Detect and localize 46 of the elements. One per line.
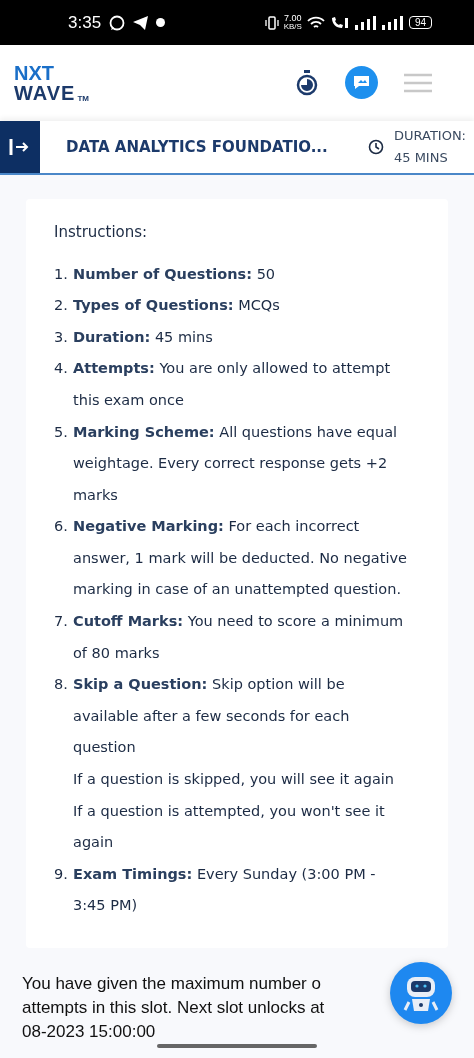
speed-unit: KB/S — [283, 23, 302, 32]
signal-icon — [354, 15, 377, 30]
instruction-text: Duration: 45 mins — [73, 327, 213, 347]
instruction-text: Negative Marking: For each incorrect answer, 1 mark will be deducted. No negative marking in case of an unattempted question. — [73, 517, 408, 600]
instruction-note: If a question is attempted, you won't see it again — [73, 801, 386, 853]
logo-text: NXT — [14, 62, 55, 83]
instruction-text: Exam Timings: Every Sunday (3:00 PM - 3:45 PM) — [73, 864, 377, 916]
battery-level: 94 — [408, 16, 432, 30]
duration-value: 45 MINS — [393, 148, 449, 167]
item-number: 9. — [54, 864, 69, 884]
instruction-text: Number of Questions: 50 — [73, 264, 276, 284]
item-number: 2. — [54, 296, 69, 316]
chat-icon[interactable] — [345, 66, 378, 100]
instruction-text: Cutoff Marks: You need to score a minimum of 80 marks — [73, 612, 405, 663]
paper-plane-icon — [133, 15, 149, 30]
signal-icon — [381, 15, 404, 30]
item-number: 5. — [54, 422, 69, 442]
notice-text: 08-2023 15:00:00 — [22, 1021, 157, 1043]
item-number: 6. — [54, 517, 69, 537]
clock-icon — [367, 138, 384, 155]
notice-text: attempts in this slot. Next slot unlocks at — [22, 997, 325, 1019]
wifi-icon — [306, 15, 325, 30]
network-speed: 7.00 — [284, 14, 302, 24]
exit-arrow-icon — [9, 136, 31, 157]
clock-time: 3:35 — [68, 12, 102, 33]
instruction-note: If a question is skipped, you will see it again — [73, 770, 395, 790]
instruction-text: Marking Scheme: All questions have equal weightage. Every correct response gets +2 marks — [73, 422, 399, 505]
instructions-heading: Instructions: — [54, 222, 149, 241]
duration-label: DURATION: — [393, 126, 466, 145]
robot-button[interactable] — [390, 962, 452, 1024]
instruction-text: Skip a Question: Skip option will be available after a few seconds for each question — [73, 675, 351, 758]
instruction-text: Types of Questions: MCQs — [73, 296, 280, 316]
instruction-text: Attempts: You are only allowed to attempt this exam once — [73, 359, 392, 410]
vibrate-icon — [264, 15, 279, 30]
exit-button[interactable] — [0, 120, 40, 173]
notice-text: You have given the maximum number o — [22, 973, 322, 995]
exam-title: DATA ANALYTICS FOUNDATIO... — [66, 137, 329, 156]
item-number: 3. — [54, 327, 69, 347]
item-number: 4. — [54, 359, 69, 379]
item-number: 1. — [54, 264, 69, 284]
logo-text: WAVE — [14, 82, 76, 103]
stopwatch-icon[interactable] — [295, 69, 319, 96]
item-number: 7. — [54, 612, 69, 632]
trademark: TM — [77, 94, 89, 103]
item-number: 8. — [54, 675, 69, 695]
dot-icon — [156, 18, 166, 28]
